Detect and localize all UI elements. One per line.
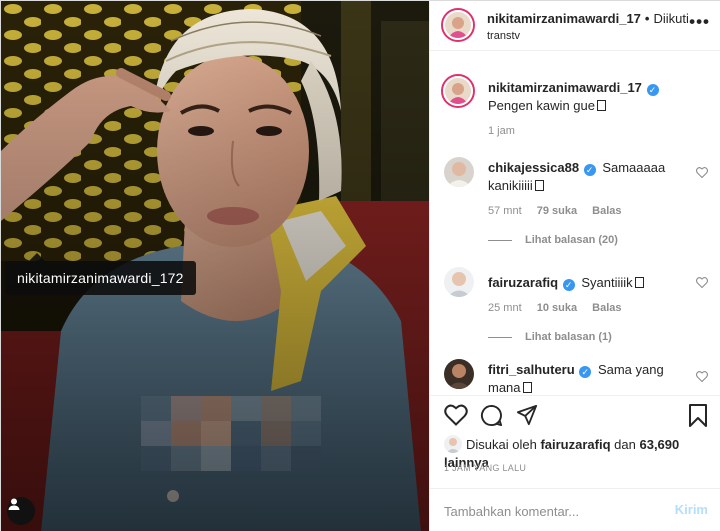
replies-divider	[488, 239, 512, 241]
emoji-glyph-icon	[596, 100, 606, 111]
caption-time[interactable]: 1 jam	[488, 125, 515, 137]
emoji-glyph-icon	[522, 382, 532, 393]
likes-summary: Disukai oleh fairuzarafiq dan 63,690 lai…	[444, 435, 720, 470]
likes-user[interactable]: fairuzarafiq	[540, 437, 610, 452]
commenter-avatar-image	[444, 157, 474, 187]
verified-badge-icon: ✓	[646, 84, 659, 96]
like-comment-button[interactable]	[695, 369, 709, 387]
like-comment-button[interactable]	[695, 275, 709, 293]
verified-badge-icon: ✓	[579, 366, 592, 378]
author-avatar-image	[445, 12, 471, 38]
following-button[interactable]: Diikuti	[653, 11, 688, 26]
comment-button[interactable]	[480, 404, 503, 432]
header-separator: •	[644, 11, 650, 26]
verified-badge-icon: ✓	[583, 164, 596, 176]
view-replies-label: Lihat balasan (1)	[525, 331, 612, 343]
comment-input[interactable]	[444, 501, 659, 521]
verified-badge-icon: ✓	[562, 279, 575, 291]
action-bar	[430, 395, 720, 437]
comment-message: Syantiiiik	[581, 275, 633, 290]
author-line: nikitamirzanimawardi_17 • Diikuti	[487, 11, 689, 26]
heart-outline-icon	[695, 277, 709, 289]
post-timestamp[interactable]: 1 JAM YANG LALU	[444, 463, 526, 473]
comment-likes[interactable]: 10 suka	[537, 302, 577, 314]
share-button[interactable]	[516, 404, 538, 431]
comment-bubble-icon	[480, 404, 503, 427]
likes-prefix: Disukai oleh	[466, 437, 537, 452]
caption-text: nikitamirzanimawardi_17 ✓ Pengen kawin g…	[488, 79, 693, 115]
commenter-avatar-image	[444, 267, 474, 297]
comment-username[interactable]: fairuzarafiq	[488, 275, 558, 290]
emoji-glyph-icon	[634, 277, 644, 288]
more-options-button[interactable]: •••	[689, 13, 710, 30]
tagged-users-button[interactable]	[7, 497, 35, 525]
reply-button[interactable]: Balas	[592, 205, 621, 217]
view-replies-button[interactable]: Lihat balasan (1)	[488, 331, 612, 343]
reply-button[interactable]: Balas	[592, 302, 621, 314]
post-dialog: nikitamirzanimawardi_172 nikitamirzanima…	[0, 0, 720, 531]
tag-pointer	[29, 253, 45, 261]
post-sidebar: nikitamirzanimawardi_17 • Diikuti transtv …	[429, 1, 720, 531]
liker-avatar[interactable]	[444, 435, 462, 453]
author-avatar[interactable]	[441, 8, 475, 42]
emoji-glyph-icon	[534, 180, 544, 191]
heart-outline-icon	[695, 167, 709, 179]
view-replies-label: Lihat balasan (20)	[525, 234, 618, 246]
caption-meta: 1 jam	[488, 125, 527, 137]
user-icon	[8, 498, 20, 510]
author-username[interactable]: nikitamirzanimawardi_17	[487, 11, 641, 26]
caption-username[interactable]: nikitamirzanimawardi_17	[488, 80, 642, 95]
caption-avatar-image	[445, 78, 471, 104]
comment-username[interactable]: chikajessica88	[488, 160, 579, 175]
post-header: nikitamirzanimawardi_17 • Diikuti transtv …	[430, 1, 720, 51]
like-comment-button[interactable]	[695, 165, 709, 183]
comment-meta: 25 mnt 10 suka Balas	[488, 302, 634, 314]
liker-avatar-image	[444, 435, 462, 453]
caption-message: Pengen kawin gue	[488, 98, 595, 113]
commenter-avatar[interactable]	[444, 359, 474, 389]
post-comment-button[interactable]: Kirim	[675, 502, 708, 517]
commenter-avatar[interactable]	[444, 267, 474, 297]
replies-divider	[488, 336, 512, 338]
commenter-avatar-image	[444, 359, 474, 389]
photo-user-tag[interactable]: nikitamirzanimawardi_172	[5, 261, 196, 295]
comment-meta: 57 mnt 79 suka Balas	[488, 205, 634, 217]
heart-outline-icon	[695, 371, 709, 383]
comment-time[interactable]: 57 mnt	[488, 205, 522, 217]
save-button[interactable]	[688, 404, 708, 433]
view-replies-button[interactable]: Lihat balasan (20)	[488, 234, 618, 246]
comment-time[interactable]: 25 mnt	[488, 302, 522, 314]
comment-username[interactable]: fitri_salhuteru	[488, 362, 575, 377]
post-photo[interactable]: nikitamirzanimawardi_172	[1, 1, 429, 531]
like-button[interactable]	[444, 404, 468, 431]
comment-text: chikajessica88 ✓ Samaaaaa kanikiiiii	[488, 159, 693, 195]
comment-text: fairuzarafiq ✓ Syantiiiik	[488, 274, 693, 292]
comment-text: fitri_salhuteru ✓ Sama yang mana	[488, 361, 693, 393]
more-horizontal-icon: •••	[689, 12, 710, 31]
comments-list: nikitamirzanimawardi_17 ✓ Pengen kawin g…	[430, 61, 720, 393]
commenter-avatar[interactable]	[444, 157, 474, 187]
paper-plane-icon	[516, 404, 538, 426]
heart-icon	[444, 404, 468, 426]
bookmark-icon	[689, 404, 707, 427]
likes-middle: dan	[614, 437, 636, 452]
comment-likes[interactable]: 79 suka	[537, 205, 577, 217]
caption-avatar[interactable]	[441, 74, 475, 108]
post-location[interactable]: transtv	[487, 30, 520, 42]
add-comment-form: Kirim	[430, 488, 720, 531]
